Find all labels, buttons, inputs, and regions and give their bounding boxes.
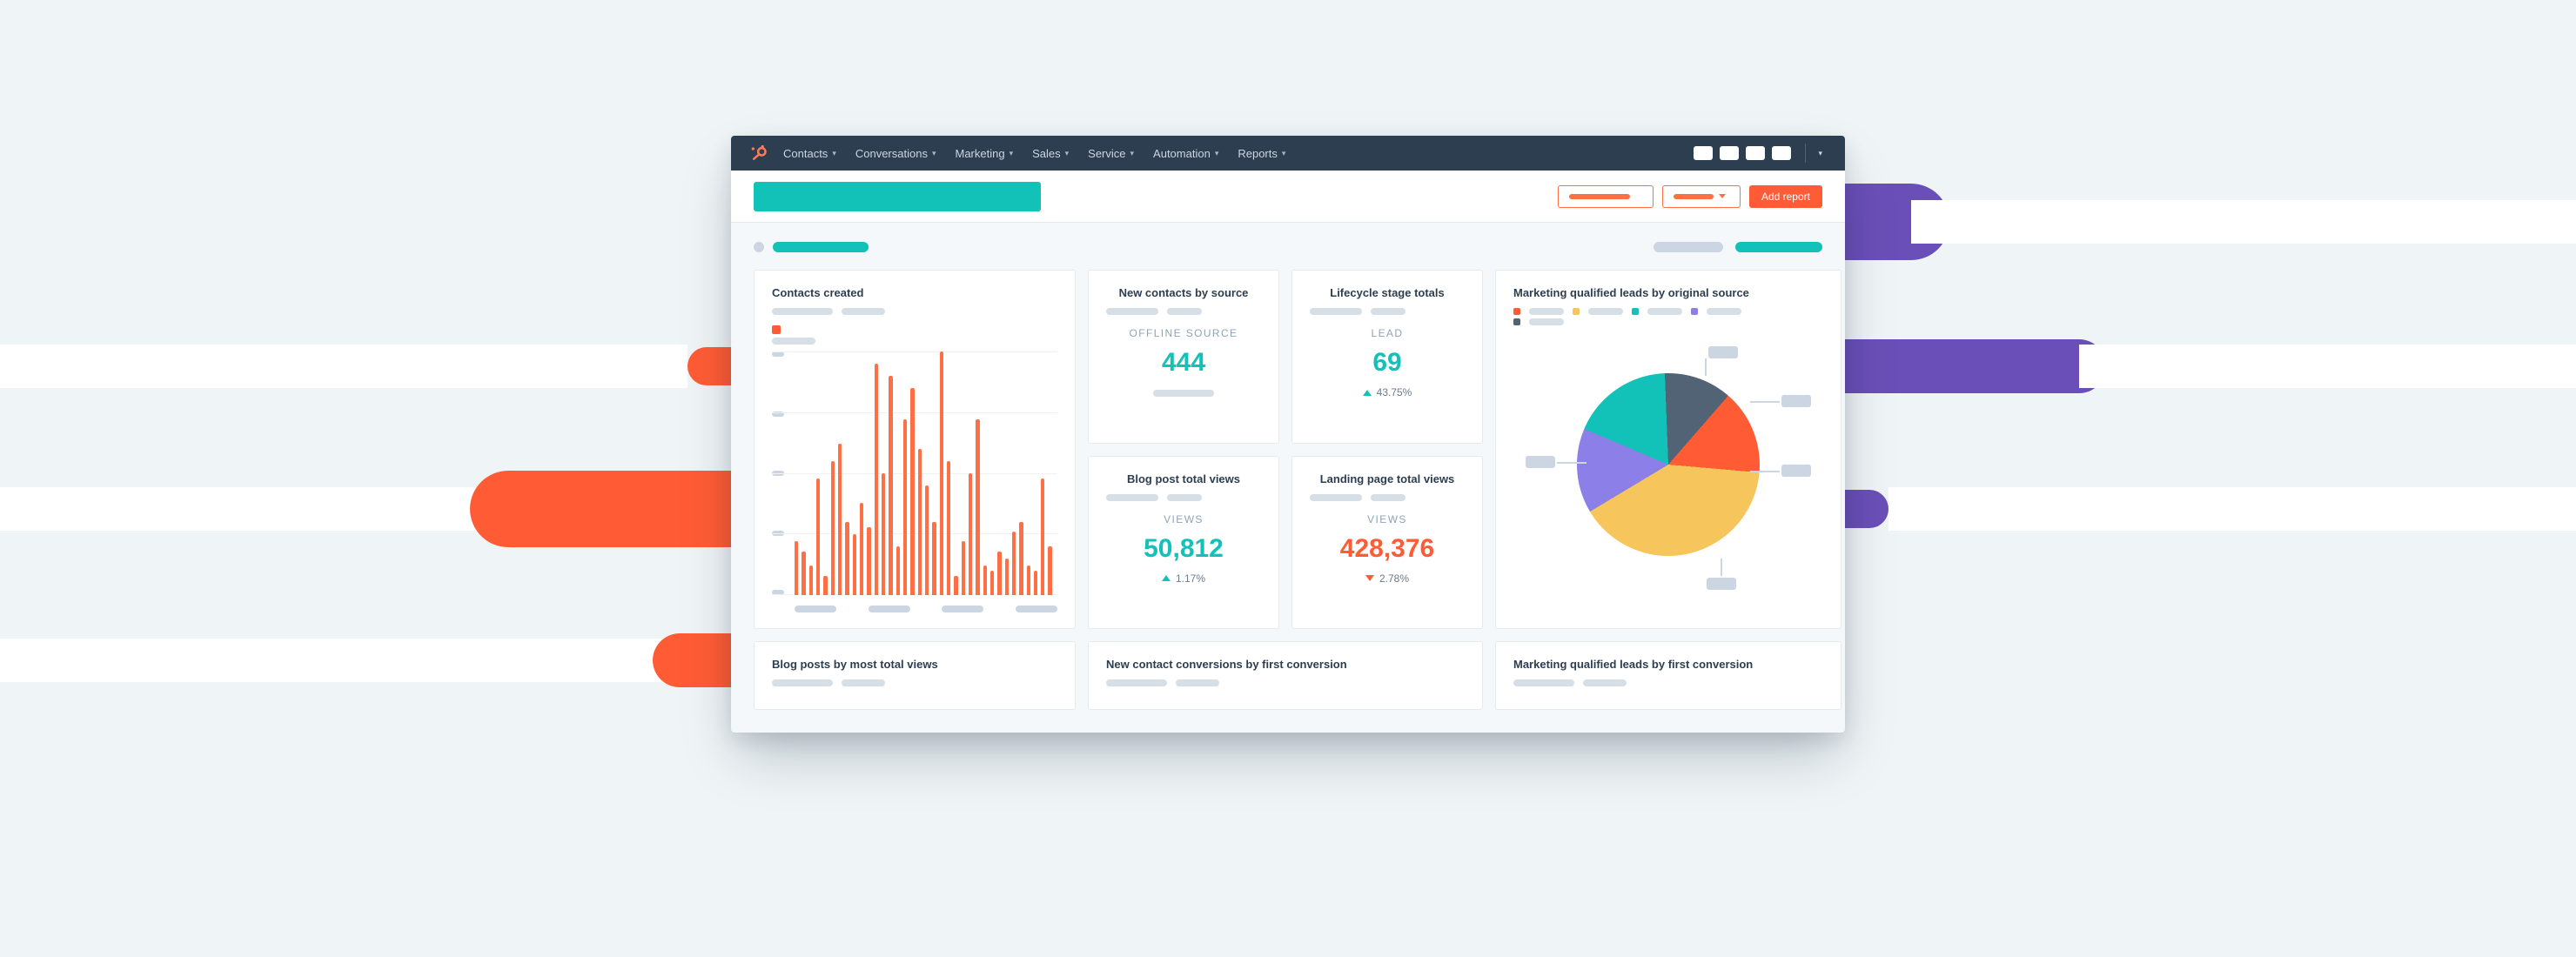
decor-row-right-1: [1793, 200, 2576, 244]
nav-divider: [1805, 144, 1806, 163]
decor-bar: [1888, 487, 2576, 531]
pie-label: [1707, 578, 1736, 590]
card-lifecycle-stage-totals[interactable]: Lifecycle stage totals LEAD 69 43.75%: [1291, 270, 1483, 444]
chevron-down-icon: ▾: [1130, 149, 1135, 158]
kpi-label: OFFLINE SOURCE: [1106, 327, 1261, 339]
card-title: Blog post total views: [1106, 472, 1261, 485]
decor-bar: [1911, 200, 2576, 244]
pie-label: [1526, 456, 1555, 468]
app-window: Contacts▾ Conversations▾ Marketing▾ Sale…: [731, 136, 1845, 733]
card-title: Blog posts by most total views: [772, 658, 1057, 671]
triangle-up-icon: [1363, 390, 1372, 396]
card-landing-page-total-views[interactable]: Landing page total views VIEWS 428,376 2…: [1291, 456, 1483, 630]
nav-item-sales[interactable]: Sales▾: [1032, 147, 1069, 160]
triangle-up-icon: [1162, 575, 1171, 581]
dashboard-options-button[interactable]: [1662, 185, 1741, 208]
card-title: Marketing qualified leads by original so…: [1513, 286, 1823, 299]
kpi-label: VIEWS: [1106, 513, 1261, 525]
nav-item-reports[interactable]: Reports▾: [1238, 147, 1285, 160]
decor-row-right-3: [1793, 487, 2576, 531]
nav-item-automation[interactable]: Automation▾: [1153, 147, 1218, 160]
triangle-down-icon: [1365, 575, 1374, 581]
caret-down-icon: [1719, 194, 1726, 198]
kpi-value: 444: [1106, 348, 1261, 378]
chevron-down-icon: ▾: [1282, 149, 1286, 158]
mql-pie-chart: [1513, 334, 1823, 595]
card-new-contacts-by-source[interactable]: New contacts by source OFFLINE SOURCE 44…: [1088, 270, 1279, 444]
nav-item-marketing[interactable]: Marketing▾: [955, 147, 1013, 160]
kpi-value: 69: [1310, 348, 1465, 378]
kpi-delta: 1.17%: [1162, 572, 1205, 585]
nav-tools: ▾: [1694, 144, 1822, 163]
add-report-button[interactable]: Add report: [1749, 185, 1822, 208]
decor-row-left-1: [0, 345, 783, 388]
chevron-down-icon: ▾: [1065, 149, 1070, 158]
chevron-down-icon: ▾: [932, 149, 936, 158]
card-title: New contact conversions by first convers…: [1106, 658, 1465, 671]
kpi-label: LEAD: [1310, 327, 1465, 339]
card-blog-post-total-views[interactable]: Blog post total views VIEWS 50,812 1.17%: [1088, 456, 1279, 630]
decor-row-left-3: [0, 639, 783, 682]
kpi-label: VIEWS: [1310, 513, 1465, 525]
hubspot-logo-icon[interactable]: [750, 144, 768, 162]
kpi-value: 50,812: [1106, 534, 1261, 564]
pie-label: [1781, 465, 1811, 477]
card-contacts-created[interactable]: Contacts created: [754, 270, 1076, 629]
pie-label: [1708, 346, 1738, 358]
decor-row-left-2: [0, 487, 783, 531]
decor-bar: [0, 487, 508, 531]
chevron-down-icon: ▾: [832, 149, 836, 158]
legend-dot-icon: [772, 325, 781, 334]
kpi-delta: 2.78%: [1365, 572, 1409, 585]
filter-dot: [754, 242, 764, 252]
card-blog-posts-by-most-total-views[interactable]: Blog posts by most total views: [754, 641, 1076, 710]
nav-tool-1[interactable]: [1694, 146, 1713, 160]
nav-menu: Contacts▾ Conversations▾ Marketing▾ Sale…: [783, 147, 1285, 160]
card-title: Lifecycle stage totals: [1310, 286, 1465, 299]
filter-chip-grey[interactable]: [1654, 242, 1723, 252]
filter-chip-teal[interactable]: [1735, 242, 1822, 252]
decor-bar: [0, 639, 680, 682]
dashboard-selector-button[interactable]: [1558, 185, 1654, 208]
nav-tool-2[interactable]: [1720, 146, 1739, 160]
pie-label: [1781, 395, 1811, 407]
card-title: Contacts created: [772, 286, 1057, 299]
dashboard-grid: Contacts created New contacts by source …: [731, 258, 1845, 733]
subheader: Add report: [731, 171, 1845, 223]
card-new-contact-conversions[interactable]: New contact conversions by first convers…: [1088, 641, 1483, 710]
nav-tool-3[interactable]: [1746, 146, 1765, 160]
kpi-delta: 43.75%: [1363, 386, 1412, 398]
filter-bar: [731, 223, 1845, 258]
decor-bar: [0, 345, 688, 388]
decor-bar: [2079, 345, 2576, 388]
contacts-bar-chart: [772, 351, 1057, 595]
kpi-footnote: [1153, 390, 1214, 397]
nav-item-contacts[interactable]: Contacts▾: [783, 147, 836, 160]
kpi-value: 428,376: [1310, 534, 1465, 564]
nav-item-service[interactable]: Service▾: [1088, 147, 1134, 160]
card-title: New contacts by source: [1106, 286, 1261, 299]
decor-row-right-2: [1793, 345, 2576, 388]
nav-tool-4[interactable]: [1772, 146, 1791, 160]
card-mql-by-first-conversion[interactable]: Marketing qualified leads by first conve…: [1495, 641, 1841, 710]
account-menu-icon[interactable]: ▾: [1818, 149, 1822, 158]
chevron-down-icon: ▾: [1010, 149, 1014, 158]
card-mql-by-original-source[interactable]: Marketing qualified leads by original so…: [1495, 270, 1841, 629]
card-title: Marketing qualified leads by first conve…: [1513, 658, 1823, 671]
card-title: Landing page total views: [1310, 472, 1465, 485]
filter-active-chip[interactable]: [773, 242, 869, 252]
dashboard-title-placeholder: [754, 182, 1041, 211]
chevron-down-icon: ▾: [1215, 149, 1219, 158]
nav-item-conversations[interactable]: Conversations▾: [855, 147, 936, 160]
top-nav: Contacts▾ Conversations▾ Marketing▾ Sale…: [731, 136, 1845, 171]
